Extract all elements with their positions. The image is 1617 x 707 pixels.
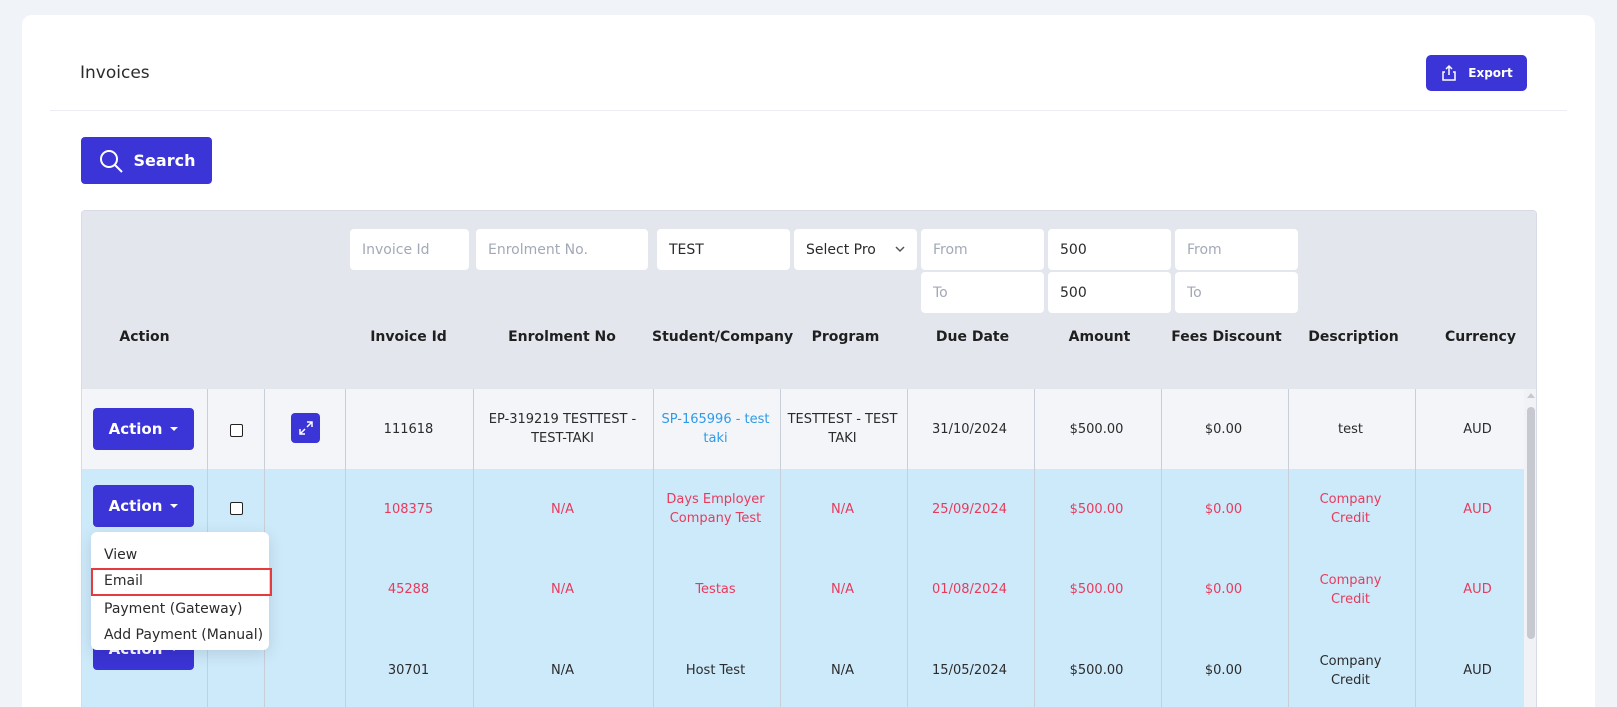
column-divider [1161,389,1162,707]
cell-description: Company Credit [1319,492,1382,526]
column-divider [780,389,781,707]
table-row: Action 111618 EP-319219 TESTTEST - TEST-… [82,389,1524,469]
cell-amount: $500.00 [1069,501,1124,517]
scroll-thumb[interactable] [1527,407,1535,639]
col-due-date[interactable]: Due Date [909,329,1036,345]
column-divider [345,389,346,707]
cell-enrolment-no: EP-319219 TESTTEST - TEST-TAKI [488,412,637,446]
cell-enrolment-no: N/A [551,582,574,597]
cell-fees-discount: $0.00 [1204,501,1243,517]
cell-currency: AUD [1463,501,1492,517]
cell-program: N/A [831,501,854,517]
cell-student-link[interactable]: SP-165996 - test taki [652,389,779,469]
enrolment-no-filter[interactable]: Enrolment No. [476,229,648,270]
cell-description: Company Credit [1319,572,1382,607]
scroll-up-arrow-icon[interactable] [1527,393,1535,398]
action-dropdown-menu: View Email Payment (Gateway) Add Payment… [91,532,272,650]
program-select[interactable]: Select Pro [794,229,917,270]
caret-down-icon [170,427,179,431]
cell-program: N/A [831,582,854,597]
cell-enrolment-no: N/A [551,663,574,678]
cell-due-date: 31/10/2024 [932,421,1007,437]
cell-invoice-id: 108375 [383,501,434,517]
col-action: Action [119,329,170,345]
cell-invoice-id: 30701 [387,663,430,678]
row-checkbox[interactable] [230,424,243,437]
amount-to-filter[interactable]: 500 [1048,272,1171,313]
table-row: Action 30701 N/A Host Test N/A 15/05/202… [82,628,1524,707]
header-divider [50,110,1567,111]
column-divider [653,389,654,707]
cell-currency: AUD [1463,421,1492,437]
cell-program: N/A [831,663,854,678]
search-button[interactable]: Search [81,137,212,184]
col-description[interactable]: Description [1290,329,1417,345]
cell-amount: $500.00 [1069,421,1124,437]
search-icon [99,149,123,173]
fees-discount-from-filter[interactable]: From [1175,229,1298,270]
invoices-table: Invoice Id Enrolment No. TEST Select Pro… [81,210,1537,707]
cell-student: Host Test [685,663,746,678]
export-label: Export [1468,66,1513,80]
expand-icon [298,421,313,435]
col-currency[interactable]: Currency [1417,329,1536,345]
menu-item-view[interactable]: View [91,542,269,568]
fees-discount-to-filter[interactable]: To [1175,272,1298,313]
cell-description: Company Credit [1319,653,1382,688]
table-scrollbar[interactable] [1524,389,1536,707]
menu-item-payment-gateway[interactable]: Payment (Gateway) [91,596,269,622]
cell-fees-discount: $0.00 [1204,421,1243,437]
cell-due-date: 15/05/2024 [932,663,1007,678]
cell-invoice-id: 111618 [383,421,434,437]
cell-currency: AUD [1463,582,1492,597]
cell-enrolment-no: N/A [551,501,574,517]
column-divider [1288,389,1289,707]
col-fees-discount[interactable]: Fees Discount [1163,329,1290,345]
cell-student: Testas [695,582,736,597]
col-student-company[interactable]: Student/Company [652,329,793,345]
row-action-button[interactable]: Action [93,485,194,527]
cell-student: Days Employer Company Test [666,492,765,526]
program-select-value: Select Pro [806,241,876,258]
expand-button[interactable] [291,413,320,443]
col-enrolment-no[interactable]: Enrolment No [472,329,652,345]
caret-down-icon [170,504,179,508]
amount-from-filter[interactable]: 500 [1048,229,1171,270]
due-date-to-filter[interactable]: To [921,272,1044,313]
cell-program: TESTTEST - TEST TAKI [787,412,898,446]
search-label: Search [133,151,196,170]
col-program[interactable]: Program [782,329,909,345]
table-row: 45288 N/A Testas N/A 01/08/2024 $500.00 … [82,549,1524,630]
col-amount[interactable]: Amount [1036,329,1163,345]
cell-fees-discount: $0.00 [1204,663,1243,678]
cell-amount: $500.00 [1069,582,1124,597]
row-checkbox[interactable] [230,502,243,515]
column-divider [907,389,908,707]
table-row: Action 108375 N/A Days Employer Company … [82,469,1524,549]
action-label: Action [108,420,163,438]
cell-currency: AUD [1463,663,1492,678]
cell-due-date: 01/08/2024 [932,582,1007,597]
column-divider [1034,389,1035,707]
cell-fees-discount: $0.00 [1204,582,1243,597]
column-divider [473,389,474,707]
export-icon [1442,64,1457,81]
row-action-button[interactable]: Action [93,408,194,450]
cell-due-date: 25/09/2024 [932,501,1007,517]
col-invoice-id[interactable]: Invoice Id [345,329,472,345]
invoice-id-filter[interactable]: Invoice Id [350,229,469,270]
export-button[interactable]: Export [1426,55,1527,91]
menu-item-email[interactable]: Email [91,568,272,596]
due-date-from-filter[interactable]: From [921,229,1044,270]
cell-amount: $500.00 [1069,663,1124,678]
page-title: Invoices [80,63,150,83]
cell-invoice-id: 45288 [387,582,430,597]
column-divider [1415,389,1416,707]
table-header: Invoice Id Enrolment No. TEST Select Pro… [82,211,1536,389]
menu-item-add-payment-manual[interactable]: Add Payment (Manual) [91,622,269,648]
cell-description: test [1338,421,1363,437]
chevron-down-icon [895,246,905,253]
action-label: Action [108,497,163,515]
student-company-filter[interactable]: TEST [657,229,790,270]
